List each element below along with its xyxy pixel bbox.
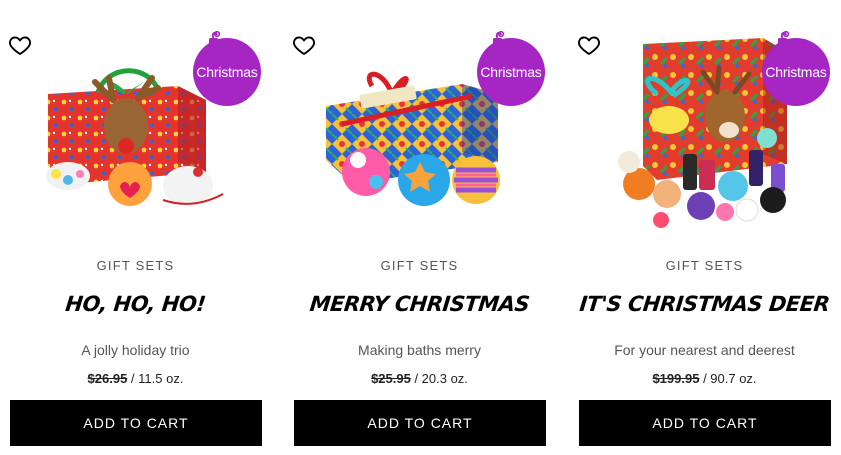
product-category: GIFT SETS <box>96 258 175 273</box>
product-price: $199.95 <box>652 371 700 386</box>
product-category: GIFT SETS <box>665 258 744 273</box>
product-name[interactable]: MERRY CHRISTMAS <box>291 292 549 316</box>
product-tagline: A jolly holiday trio <box>81 342 190 358</box>
product-name[interactable]: HO, HO, HO! <box>7 292 265 316</box>
add-to-cart-button[interactable]: ADD TO CART <box>10 400 262 446</box>
christmas-badge: Christmas <box>477 30 547 106</box>
product-price: $25.95 <box>371 371 411 386</box>
badge-label: Christmas <box>193 38 261 106</box>
product-grid: Christmas GIFT SETS HO, HO, HO! A jolly … <box>0 0 841 455</box>
product-card: Christmas <box>8 0 263 455</box>
product-size: / 20.3 oz. <box>410 371 468 386</box>
product-category: GIFT SETS <box>380 258 459 273</box>
badge-label: Christmas <box>477 38 545 106</box>
product-name[interactable]: IT'S CHRISTMAS DEER <box>576 292 834 316</box>
badge-label: Christmas <box>762 38 830 106</box>
price-line: $25.95 / 20.3 oz. <box>292 371 547 386</box>
christmas-badge: Christmas <box>193 30 263 106</box>
price-line: $199.95 / 90.7 oz. <box>577 371 832 386</box>
product-card: Christmas GIFT SETS MERRY CHRISTMAS Maki… <box>292 0 547 455</box>
price-line: $26.95 / 11.5 oz. <box>8 371 263 386</box>
product-card: Christmas <box>577 0 832 455</box>
product-price: $26.95 <box>87 371 128 386</box>
product-tagline: For your nearest and deerest <box>614 342 795 358</box>
product-size: / 11.5 oz. <box>127 371 184 386</box>
add-to-cart-button[interactable]: ADD TO CART <box>579 400 831 446</box>
product-size: / 90.7 oz. <box>699 371 757 386</box>
add-to-cart-button[interactable]: ADD TO CART <box>294 400 546 446</box>
christmas-badge: Christmas <box>762 30 832 106</box>
product-tagline: Making baths merry <box>358 342 481 358</box>
